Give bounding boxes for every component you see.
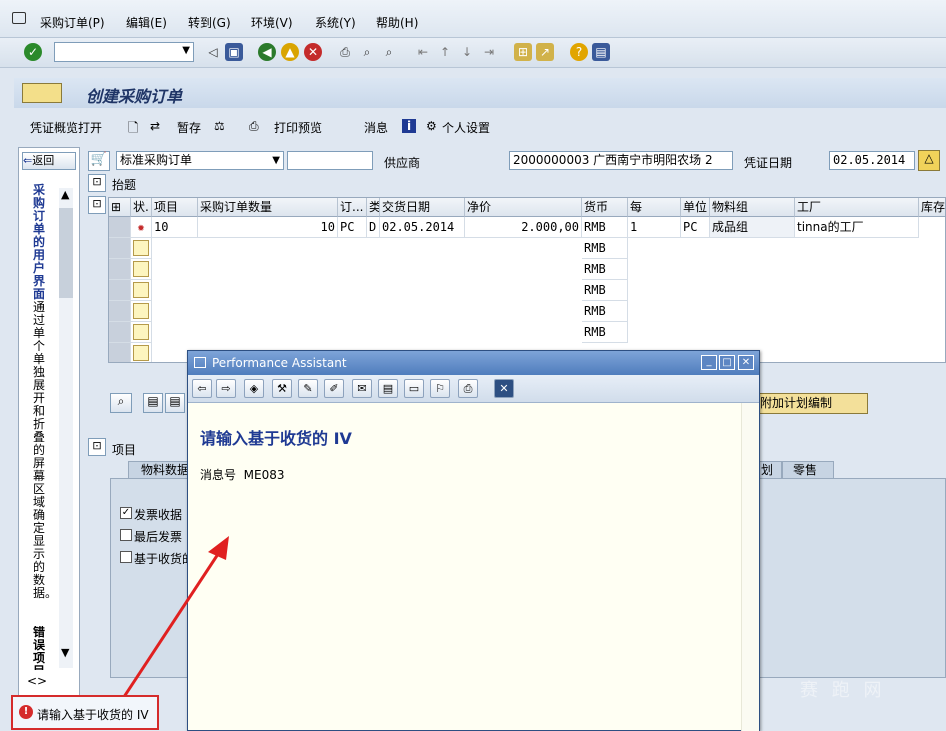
error-icon: ! (19, 705, 33, 719)
annotation-arrow (116, 536, 229, 707)
status-text: 请输入基于收货的 IV (37, 708, 149, 722)
status-bar-message[interactable]: ! 请输入基于收货的 IV (11, 695, 159, 730)
arrow-head (208, 536, 229, 560)
arrow-line (116, 547, 224, 707)
